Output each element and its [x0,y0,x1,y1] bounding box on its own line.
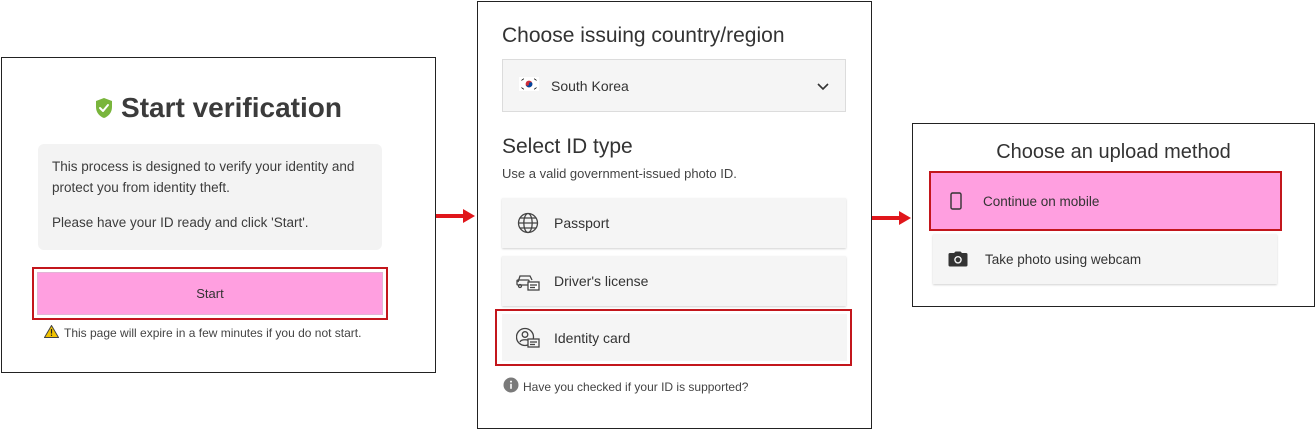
start-highlight: Start [32,267,388,320]
country-heading: Choose issuing country/region [502,24,785,47]
shield-check-icon [95,94,113,126]
id-type-subtitle: Use a valid government-issued photo ID. [502,166,737,181]
id-type-heading: Select ID type [502,135,633,158]
expire-warning: This page will expire in a few minutes i… [43,324,362,341]
id-option-passport[interactable]: Passport [502,198,846,248]
upload-method-panel: Choose an upload method Continue on mobi… [912,123,1315,307]
info-instruction: Please have your ID ready and click 'Sta… [52,215,309,230]
mobile-highlight: Continue on mobile [929,171,1282,231]
start-verification-panel: Start verification This process is desig… [1,57,436,373]
country-dropdown[interactable]: South Korea [502,59,846,112]
car-license-icon [516,269,540,293]
take-photo-webcam-option[interactable]: Take photo using webcam [933,234,1277,284]
upload-option-label: Continue on mobile [983,193,1100,209]
info-box: This process is designed to verify your … [38,144,382,250]
id-option-drivers-license[interactable]: Driver's license [502,256,846,306]
warning-icon [43,324,60,341]
id-option-label: Identity card [554,329,631,346]
id-card-icon [516,326,540,350]
info-icon [503,377,519,396]
start-button[interactable]: Start [37,272,383,315]
flow-arrow-2 [867,211,911,225]
expire-text: This page will expire in a few minutes i… [64,326,362,340]
help-link-text: Have you checked if your ID is supported… [523,379,749,394]
info-text: This process is designed to verify your … [52,159,355,195]
mobile-phone-icon [945,190,967,212]
id-option-identity-card[interactable]: Identity card [502,314,847,361]
identity-card-highlight: Identity card [495,309,852,366]
supported-id-help-link[interactable]: Have you checked if your ID is supported… [503,377,748,396]
upload-option-label: Take photo using webcam [985,251,1142,267]
chevron-down-icon [817,78,829,94]
continue-on-mobile-option[interactable]: Continue on mobile [931,173,1280,229]
south-korea-flag-icon [519,77,539,94]
page-title: Start verification [2,92,435,126]
title-text: Start verification [121,92,342,123]
id-selection-panel: Choose issuing country/region South Kore… [477,1,872,429]
upload-method-title: Choose an upload method [996,141,1231,163]
camera-icon [947,248,969,270]
id-option-label: Passport [554,215,610,231]
country-value: South Korea [551,77,629,94]
id-option-label: Driver's license [554,273,649,289]
globe-icon [516,211,540,235]
